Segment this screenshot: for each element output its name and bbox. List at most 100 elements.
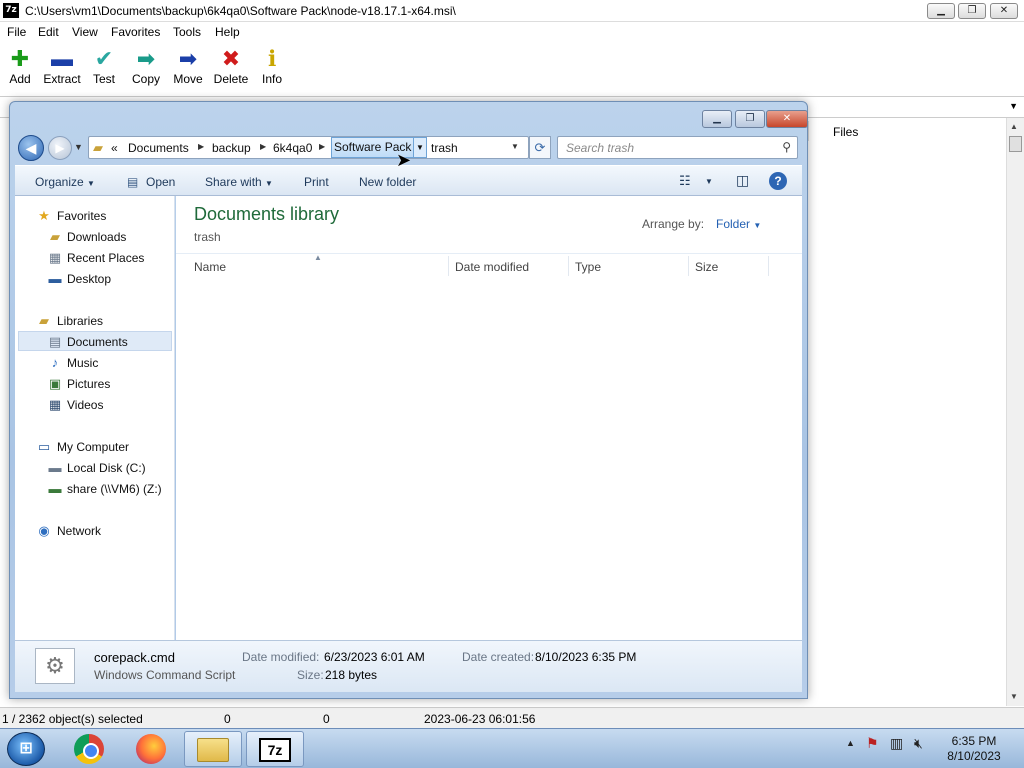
open-button[interactable]: Open (146, 175, 175, 189)
taskbar: ⊞ 7z ▲ ⚑ ▥ 🔇︎ 6:35 PM 8/10/2023 (0, 728, 1024, 768)
nav-videos[interactable]: Videos (67, 395, 103, 415)
breadcrumb-documents[interactable]: Documents (128, 141, 189, 155)
dialog-close-button[interactable]: ✕ (766, 110, 808, 128)
show-hidden-icons-icon[interactable]: ▲ (846, 738, 855, 748)
column-divider[interactable] (768, 256, 769, 276)
nav-libraries[interactable]: Libraries (57, 311, 103, 331)
browse-dialog: ▁ ❐ ✕ ◀ ▶ ▼ ▰ « Documents ▶ backup ▶ 6k4… (9, 101, 808, 699)
taskbar-firefox[interactable] (124, 731, 178, 767)
menu-view[interactable]: View (72, 25, 98, 39)
search-input[interactable]: Search trash ⚲ (557, 136, 798, 159)
move-arrow-icon: ➡ (178, 46, 198, 71)
address-bar[interactable]: ▰ « Documents ▶ backup ▶ 6k4qa0 ▶ Softwa… (88, 136, 529, 159)
help-icon[interactable]: ? (769, 172, 787, 190)
taskbar-explorer[interactable] (184, 731, 242, 767)
clock[interactable]: 6:35 PM 8/10/2023 (936, 734, 1012, 764)
copy-button[interactable]: ➡ Copy (122, 46, 170, 86)
nav-my-computer[interactable]: My Computer (57, 437, 129, 457)
view-options-icon[interactable]: ☷ (679, 173, 691, 189)
search-placeholder: Search trash (566, 141, 635, 155)
column-divider[interactable] (688, 256, 689, 276)
minimize-button[interactable]: ▁ (927, 3, 955, 19)
taskbar-chrome[interactable] (62, 731, 116, 767)
breadcrumb-6k4qa0[interactable]: 6k4qa0 (273, 141, 312, 155)
nav-recent-places[interactable]: Recent Places (67, 248, 144, 268)
dialog-maximize-button[interactable]: ❐ (735, 110, 765, 128)
refresh-button[interactable]: ⟳ (529, 136, 551, 159)
breadcrumb-overflow[interactable]: « (111, 141, 118, 155)
taskbar-7zip[interactable]: 7z (246, 731, 304, 767)
breadcrumb-backup[interactable]: backup (212, 141, 251, 155)
scroll-down-icon[interactable]: ▼ (1010, 692, 1018, 701)
address-dropdown-icon[interactable]: ▼ (1009, 101, 1018, 111)
chrome-icon (74, 734, 104, 764)
preview-pane-icon[interactable]: ◫ (736, 172, 749, 189)
move-button[interactable]: ➡ Move (164, 46, 212, 86)
breadcrumb-chevron-icon[interactable]: ▶ (319, 142, 325, 151)
recent-pages-dropdown-icon[interactable]: ▼ (74, 142, 83, 152)
volume-muted-icon[interactable]: 🔇︎ (914, 735, 923, 752)
column-size[interactable]: Size (695, 260, 718, 274)
dialog-minimize-button[interactable]: ▁ (702, 110, 732, 128)
details-created-label: Date created: (462, 650, 535, 664)
nav-pictures[interactable]: Pictures (67, 374, 110, 394)
extract-button[interactable]: ▬ Extract (38, 46, 86, 86)
nav-share-drive[interactable]: share (\\VM6) (Z:) (67, 479, 162, 499)
menu-file[interactable]: File (7, 25, 26, 39)
action-center-flag-icon[interactable]: ⚑ (866, 735, 879, 752)
nav-documents[interactable]: Documents (67, 332, 128, 352)
test-button[interactable]: ✔ Test (80, 46, 128, 86)
new-folder-button[interactable]: New folder (359, 175, 416, 189)
status-bar: 1 / 2362 object(s) selected 0 0 2023-06-… (0, 707, 1024, 728)
start-button[interactable]: ⊞ (7, 732, 45, 766)
view-dropdown-icon[interactable]: ▼ (705, 177, 713, 186)
file-list-pane[interactable]: Documents library trash Arrange by: Fold… (176, 196, 802, 640)
vertical-scrollbar[interactable]: ▲ ▼ (1006, 118, 1024, 706)
scroll-thumb[interactable] (1009, 136, 1022, 152)
column-name[interactable]: Name (194, 260, 226, 274)
menu-edit[interactable]: Edit (38, 25, 59, 39)
column-divider[interactable] (568, 256, 569, 276)
scroll-up-icon[interactable]: ▲ (1010, 122, 1018, 131)
nav-local-disk[interactable]: Local Disk (C:) (67, 458, 146, 478)
test-label: Test (92, 72, 115, 86)
organize-button[interactable]: Organize ▼ (35, 175, 95, 189)
pictures-icon: ▣ (48, 376, 62, 391)
forward-button[interactable]: ▶ (48, 136, 72, 160)
chevron-down-icon: ▼ (265, 179, 273, 188)
share-with-button[interactable]: Share with ▼ (205, 175, 273, 189)
copy-arrow-icon: ➡ (136, 46, 156, 71)
breadcrumb-dropdown-icon[interactable]: ▼ (413, 137, 427, 158)
column-headers: Name ▲ Date modified Type Size (176, 253, 802, 277)
column-divider[interactable] (448, 256, 449, 276)
nav-music[interactable]: Music (67, 353, 98, 373)
address-history-dropdown-icon[interactable]: ▼ (511, 142, 519, 151)
back-button[interactable]: ◀ (18, 135, 44, 161)
arrange-by-dropdown[interactable]: Folder ▼ (716, 217, 761, 231)
column-type[interactable]: Type (575, 260, 601, 274)
nav-downloads[interactable]: Downloads (67, 227, 126, 247)
breadcrumb-chevron-icon[interactable]: ▶ (260, 142, 266, 151)
column-date-modified[interactable]: Date modified (455, 260, 529, 274)
print-button[interactable]: Print (304, 175, 329, 189)
open-file-icon: ▤ (127, 175, 139, 189)
details-size-value: 218 bytes (325, 668, 378, 682)
close-button[interactable]: ✕ (990, 3, 1018, 19)
nav-desktop[interactable]: Desktop (67, 269, 111, 289)
column-header-files[interactable]: Files (808, 121, 1008, 141)
menu-tools[interactable]: Tools (173, 25, 201, 39)
nav-network[interactable]: Network (57, 521, 101, 541)
info-button[interactable]: ℹ Info (248, 46, 296, 86)
check-icon: ✔ (94, 46, 114, 71)
breadcrumb-chevron-icon[interactable]: ▶ (198, 142, 204, 151)
extract-label: Extract (43, 72, 81, 86)
network-status-icon[interactable]: ▥ (890, 735, 903, 752)
nav-favorites[interactable]: Favorites (57, 206, 106, 226)
menu-bar: File Edit View Favorites Tools Help (0, 22, 1024, 42)
menu-help[interactable]: Help (215, 25, 240, 39)
status-selection: 1 / 2362 object(s) selected (2, 712, 143, 726)
menu-favorites[interactable]: Favorites (111, 25, 160, 39)
address-input-text[interactable]: trash (431, 141, 458, 155)
maximize-button[interactable]: ❐ (958, 3, 986, 19)
library-title: Documents library (194, 204, 340, 224)
